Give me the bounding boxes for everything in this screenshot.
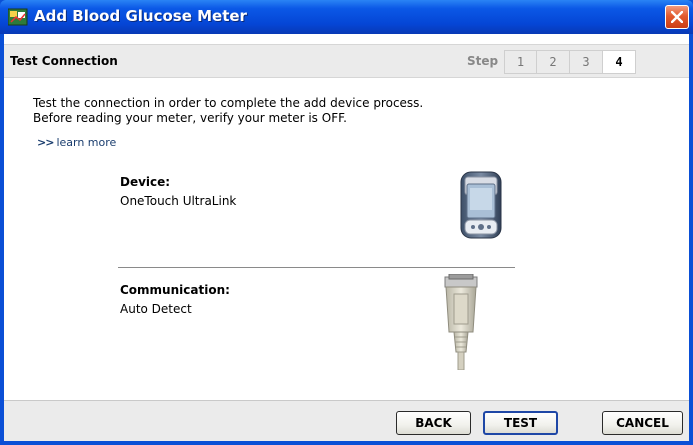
cancel-button[interactable]: CANCEL [602, 411, 683, 435]
close-icon [671, 11, 683, 23]
dialog-content: Test Connection Step 1 2 3 4 Test the co… [4, 34, 689, 441]
step-indicator: 1 2 3 4 [504, 50, 636, 74]
test-button[interactable]: TEST [483, 411, 558, 435]
step-3: 3 [570, 50, 603, 74]
page-title: Test Connection [10, 54, 118, 68]
learn-more-link[interactable]: >> learn more [37, 136, 116, 149]
communication-value: Auto Detect [120, 302, 192, 316]
title-bar[interactable]: Add Blood Glucose Meter [0, 0, 693, 34]
dialog-window: Add Blood Glucose Meter Test Connection … [0, 0, 693, 445]
step-2: 2 [537, 50, 570, 74]
section-divider [118, 267, 515, 268]
serial-cable-image [441, 273, 481, 373]
step-4-active: 4 [603, 50, 636, 74]
window-border-right [689, 34, 693, 445]
learn-more-label: learn more [56, 136, 117, 149]
intro-text: Test the connection in order to complete… [33, 96, 423, 126]
communication-label: Communication: [120, 283, 230, 297]
step-label: Step [467, 54, 499, 68]
device-value: OneTouch UltraLink [120, 194, 237, 208]
window-border-bottom [0, 441, 693, 445]
glucose-meter-image [458, 170, 504, 243]
intro-line-2: Before reading your meter, verify your m… [33, 111, 347, 125]
intro-line-1: Test the connection in order to complete… [33, 96, 424, 110]
double-chevron-icon: >> [37, 136, 54, 149]
button-bar: BACK TEST CANCEL [4, 401, 689, 441]
app-icon [7, 8, 28, 26]
close-button[interactable] [665, 5, 689, 29]
wizard-header: Test Connection Step 1 2 3 4 [4, 44, 689, 78]
back-button[interactable]: BACK [396, 411, 471, 435]
step-1: 1 [504, 50, 537, 74]
device-label: Device: [120, 175, 171, 189]
window-title: Add Blood Glucose Meter [34, 7, 247, 25]
